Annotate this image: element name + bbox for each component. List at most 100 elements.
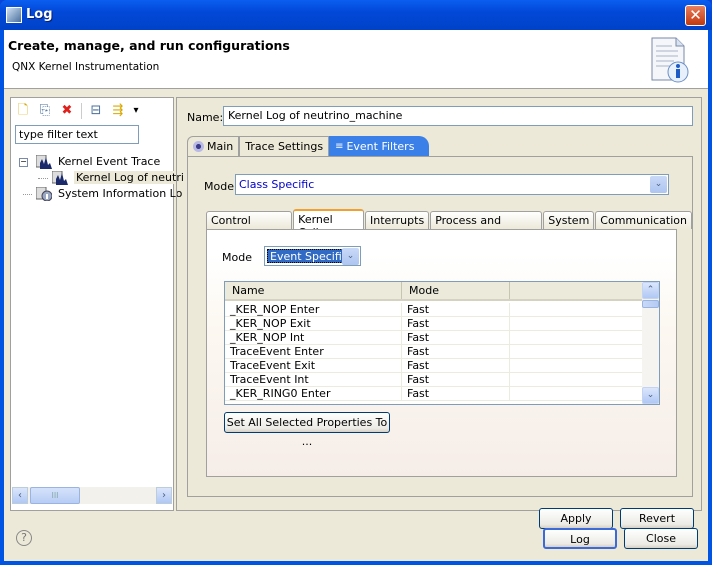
horizontal-scrollbar[interactable]: ‹ III › — [12, 487, 172, 504]
table-row[interactable]: TraceEvent Enter Fast — [225, 345, 642, 359]
tree-connector — [23, 193, 32, 195]
configuration-editor: Name: Kernel Log of neutrino_machine Mai… — [176, 97, 702, 529]
event-filters-panel: Mode Class Specific ⌄ Control Events Ker… — [187, 156, 693, 497]
scroll-thumb[interactable]: III — [30, 487, 80, 504]
cell-empty — [510, 387, 642, 400]
vertical-scrollbar[interactable]: ⌃ ⌄ — [642, 282, 659, 404]
table-row[interactable]: _KER_NOP Exit Fast — [225, 317, 642, 331]
cell-empty — [510, 359, 642, 372]
tree-item-label: Kernel Log of neutri — [74, 171, 186, 184]
tab-trace-settings[interactable]: Trace Settings — [239, 136, 330, 156]
collapse-toggle-icon[interactable]: − — [19, 157, 28, 167]
log-button[interactable]: Log — [543, 528, 617, 549]
table-row[interactable]: TraceEvent Int Fast — [225, 373, 642, 387]
table-row[interactable]: _KER_NOP Int Fast — [225, 331, 642, 345]
event-mode-label: Mode — [222, 251, 252, 264]
duplicate-icon[interactable]: ⎘ — [37, 103, 53, 119]
cell-mode[interactable]: Fast — [402, 373, 510, 386]
tree-item-label: Kernel Event Trace — [58, 155, 161, 168]
tab-communication[interactable]: Communication — [595, 211, 692, 229]
toolbar-separator — [81, 103, 82, 119]
configuration-tabs: Main Trace Settings ≡ Event Filters — [187, 136, 430, 156]
tab-system[interactable]: System — [543, 211, 595, 229]
table-row[interactable]: _KER_RING0 Enter Fast — [225, 387, 642, 401]
tab-main[interactable]: Main — [187, 136, 240, 156]
document-info-icon — [651, 37, 689, 83]
log-dialog: Log ✕ Create, manage, and run configurat… — [0, 0, 712, 565]
tab-interrupts[interactable]: Interrupts — [365, 211, 430, 229]
scroll-left-icon[interactable]: ‹ — [12, 487, 28, 504]
cell-mode[interactable]: Fast — [402, 317, 510, 330]
configuration-toolbar: 🗋 ⎘ ✖ ⊟ ⇶ ▾ — [15, 102, 140, 120]
scroll-up-icon[interactable]: ⌃ — [642, 282, 659, 299]
table-row[interactable]: TraceEvent Exit Fast — [225, 359, 642, 373]
cell-name: _KER_NOP Enter — [225, 303, 402, 316]
set-all-selected-properties-button[interactable]: Set All Selected Properties To ... — [224, 412, 390, 448]
cell-name: TraceEvent Enter — [225, 345, 402, 358]
chevron-down-icon[interactable]: ⌄ — [650, 176, 667, 193]
revert-button[interactable]: Revert — [620, 508, 694, 529]
title-bar: Log ✕ — [0, 0, 712, 30]
cell-mode[interactable]: Fast — [402, 359, 510, 372]
table-header: Name Mode — [225, 282, 642, 301]
chevron-down-icon[interactable]: ⌄ — [342, 248, 359, 265]
cell-name: TraceEvent Int — [225, 373, 402, 386]
view-menu-icon[interactable]: ▾ — [132, 103, 140, 119]
cell-empty — [510, 317, 642, 330]
event-mode-value: Event Specific — [267, 249, 351, 263]
cell-name: _KER_NOP Exit — [225, 317, 402, 330]
mode-label: Mode — [204, 180, 234, 193]
cell-mode[interactable]: Fast — [402, 345, 510, 358]
scroll-thumb[interactable] — [642, 300, 659, 308]
events-table: Name Mode _KER_NOP Enter Fast _KER_NOP Exi… — [224, 281, 660, 405]
event-filters-icon: ≡ — [335, 141, 344, 152]
cell-name: _KER_NOP Int — [225, 331, 402, 344]
scroll-right-icon[interactable]: › — [156, 487, 172, 504]
tab-kernel-calls[interactable]: Kernel Calls — [293, 209, 365, 239]
tab-event-filters[interactable]: ≡ Event Filters — [329, 136, 430, 156]
close-window-button[interactable]: ✕ — [685, 5, 706, 26]
delete-icon[interactable]: ✖ — [59, 103, 75, 119]
cell-mode[interactable]: Fast — [402, 331, 510, 344]
configuration-list-pane: 🗋 ⎘ ✖ ⊟ ⇶ ▾ type filter text − Kernel Ev… — [10, 97, 186, 511]
cell-empty — [510, 345, 642, 358]
app-icon — [6, 7, 22, 23]
tab-label: Main — [207, 140, 234, 153]
tree-item-kernel-log[interactable]: Kernel Log of neutri — [19, 170, 186, 186]
tree-item-system-information-log[interactable]: System Information Lo — [19, 186, 186, 202]
cell-name: TraceEvent Exit — [225, 359, 402, 372]
column-header-empty[interactable] — [510, 282, 642, 299]
dialog-body: Create, manage, and run configurations Q… — [4, 30, 708, 561]
close-button[interactable]: Close — [624, 528, 698, 549]
main-icon — [193, 141, 204, 152]
tree-connector — [38, 177, 48, 179]
scroll-down-icon[interactable]: ⌄ — [642, 387, 659, 404]
new-configuration-icon[interactable]: 🗋 — [15, 103, 31, 119]
event-mode-select[interactable]: Event Specific ⌄ — [264, 246, 361, 266]
table-row[interactable]: _KER_NOP Enter Fast — [225, 303, 642, 317]
mode-select-value: Class Specific — [239, 178, 315, 191]
column-header-name[interactable]: Name — [225, 282, 402, 299]
tab-label: Event Filters — [346, 140, 415, 153]
cell-mode[interactable]: Fast — [402, 303, 510, 316]
mode-select[interactable]: Class Specific ⌄ — [235, 174, 669, 195]
tab-process-and-thread[interactable]: Process and Thread — [430, 211, 543, 240]
cell-empty — [510, 331, 642, 344]
tree-item-label: System Information Lo — [58, 187, 183, 200]
tab-control-events[interactable]: Control Events — [206, 211, 293, 240]
apply-button[interactable]: Apply — [539, 508, 613, 529]
tree-item-kernel-event-trace[interactable]: − Kernel Event Trace — [19, 154, 186, 170]
cell-mode[interactable]: Fast — [402, 387, 510, 400]
name-label: Name: — [187, 111, 224, 124]
column-header-mode[interactable]: Mode — [402, 282, 510, 299]
kernel-trace-icon — [51, 171, 68, 185]
cell-empty — [510, 303, 642, 316]
tab-label: Trace Settings — [245, 140, 324, 153]
filter-icon[interactable]: ⇶ — [110, 103, 126, 119]
filter-input[interactable]: type filter text — [15, 125, 139, 144]
help-icon[interactable]: ? — [16, 530, 32, 546]
kernel-trace-icon — [35, 155, 52, 169]
event-class-tabs: Control Events Kernel Calls Interrupts P… — [206, 209, 692, 240]
collapse-all-icon[interactable]: ⊟ — [88, 103, 104, 119]
name-input[interactable]: Kernel Log of neutrino_machine — [223, 106, 693, 126]
